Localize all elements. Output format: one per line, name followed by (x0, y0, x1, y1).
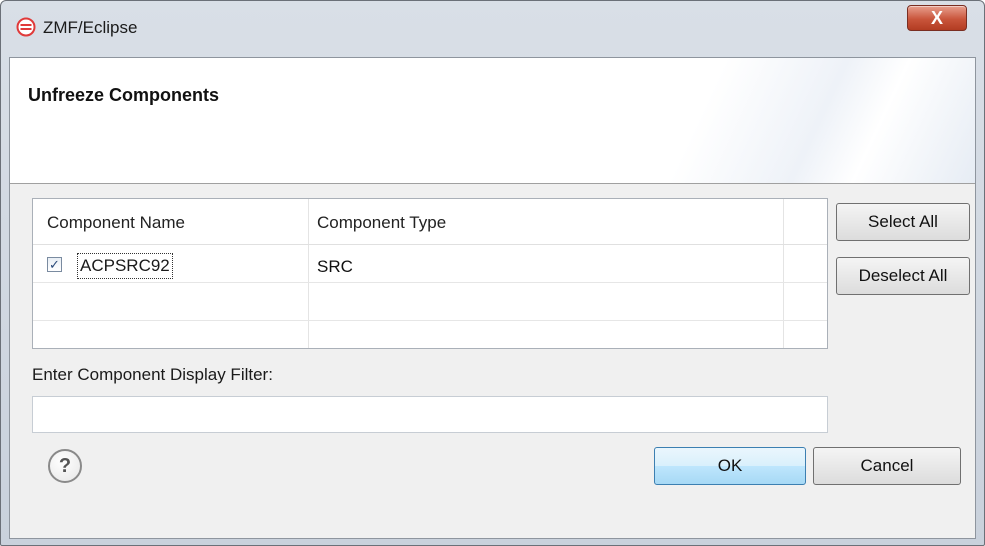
column-header-component-name[interactable]: Component Name (47, 213, 185, 233)
dialog-banner: Unfreeze Components (10, 58, 975, 184)
row-checkbox[interactable]: ✓ (47, 257, 62, 272)
zmf-logo-icon (16, 17, 36, 37)
help-glyph: ? (58, 454, 72, 477)
window-title: ZMF/Eclipse (43, 18, 138, 37)
component-type-cell: SRC (317, 257, 353, 276)
deselect-all-button[interactable]: Deselect All (836, 257, 970, 295)
filter-input[interactable] (32, 396, 828, 433)
title-bar[interactable]: ZMF/Eclipse X (1, 1, 984, 57)
table-row[interactable]: ✓ ACPSRC92 SRC (33, 245, 827, 283)
filter-label: Enter Component Display Filter: (32, 365, 273, 384)
help-icon[interactable]: ? (48, 449, 82, 483)
ok-button[interactable]: OK (654, 447, 806, 485)
close-button[interactable]: X (907, 5, 967, 31)
dialog-client-area: Unfreeze Components Component Name Compo… (9, 57, 976, 539)
close-icon: X (930, 7, 943, 28)
table-row-empty (33, 321, 827, 348)
cancel-button[interactable]: Cancel (813, 447, 961, 485)
page-title: Unfreeze Components (28, 85, 220, 105)
component-name-cell: ACPSRC92 (77, 253, 173, 279)
dialog-window: ZMF/Eclipse X Unfreeze Components Compon… (0, 0, 985, 546)
table-row-empty (33, 283, 827, 321)
table-header: Component Name Component Type (33, 199, 827, 245)
components-table: Component Name Component Type ✓ ACPSRC92… (32, 198, 828, 349)
column-header-component-type[interactable]: Component Type (317, 213, 446, 233)
select-all-button[interactable]: Select All (836, 203, 970, 241)
